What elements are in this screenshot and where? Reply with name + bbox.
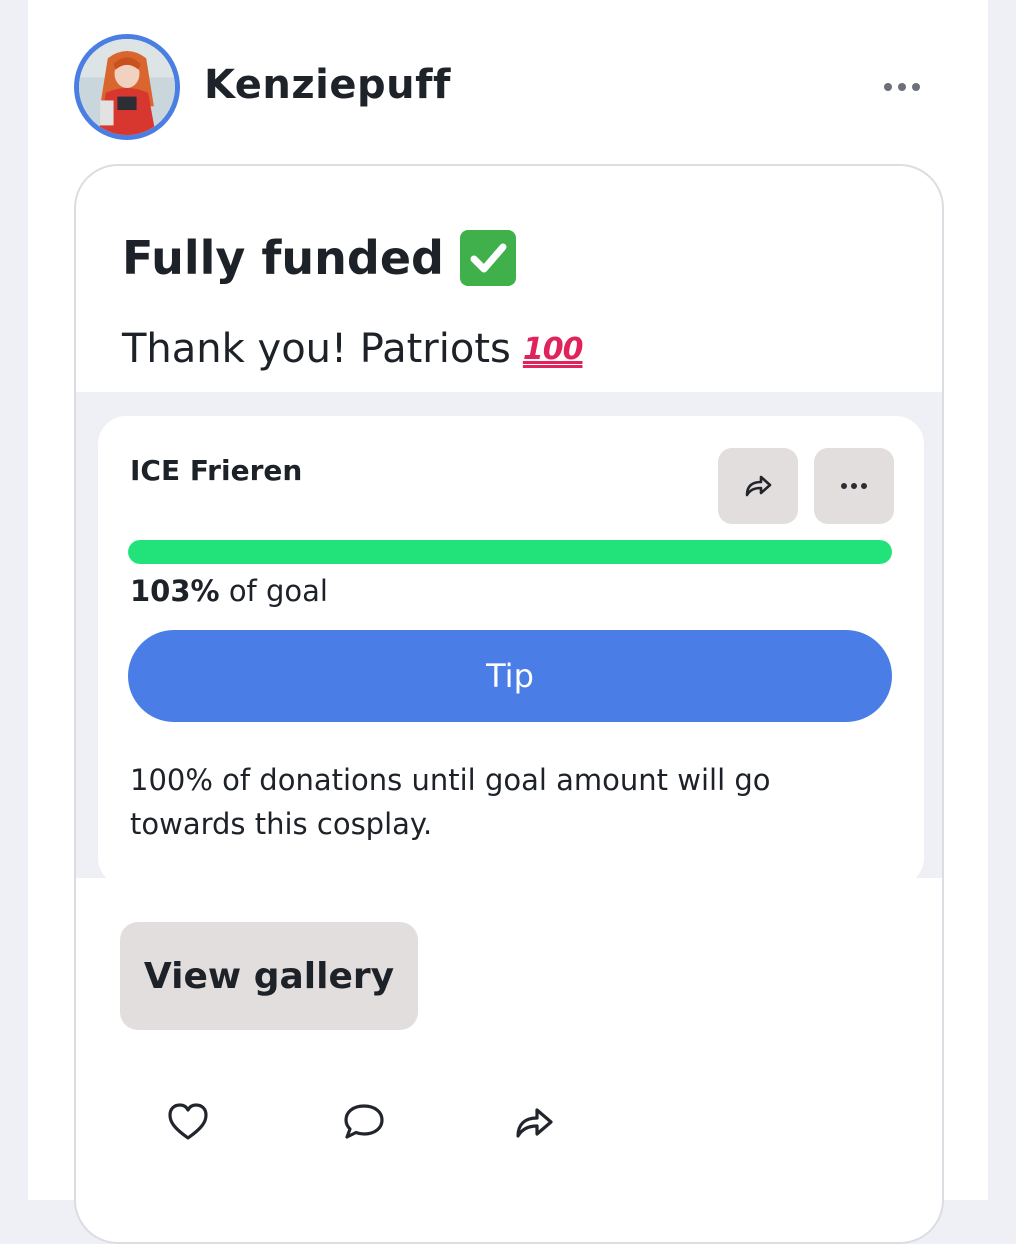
goal-progress-text: 103% of goal xyxy=(130,574,328,608)
tip-button[interactable]: Tip xyxy=(128,630,892,722)
avatar-image xyxy=(79,39,175,135)
goal-more-button[interactable] xyxy=(814,448,894,524)
post-actions xyxy=(76,1092,942,1162)
funding-goal-widget: ICE Frieren 103% of goal Tip 100% of don… xyxy=(98,416,924,886)
share-button[interactable] xyxy=(504,1092,564,1152)
check-mark-icon xyxy=(459,230,516,286)
more-dot-icon xyxy=(912,83,920,91)
share-icon xyxy=(516,1108,553,1138)
goal-progress-value: 103% xyxy=(130,574,220,608)
more-dot-icon xyxy=(898,83,906,91)
post-card: Fully funded Thank you! Patriots 100 ICE… xyxy=(74,164,944,1244)
more-dot-icon xyxy=(851,483,857,489)
post-header: Kenziepuff xyxy=(28,0,988,150)
username[interactable]: Kenziepuff xyxy=(204,62,451,108)
comment-button[interactable] xyxy=(334,1092,394,1152)
goal-progress-suffix: of goal xyxy=(228,574,328,608)
share-arrow-icon xyxy=(745,475,772,497)
post-body: Thank you! Patriots 100 xyxy=(122,326,584,372)
more-dot-icon xyxy=(884,83,892,91)
goal-progress-fill xyxy=(128,540,892,564)
goal-progress-bar xyxy=(128,540,892,564)
post-title: Fully funded xyxy=(122,230,516,286)
post-page: Kenziepuff Fully funded Thank you! Patri… xyxy=(28,0,988,1244)
goal-share-button[interactable] xyxy=(718,448,798,524)
post-title-text: Fully funded xyxy=(122,231,444,285)
view-gallery-button[interactable]: View gallery xyxy=(120,922,418,1030)
heart-icon xyxy=(168,1103,208,1140)
like-button[interactable] xyxy=(158,1092,218,1152)
goal-note: 100% of donations until goal amount will… xyxy=(130,763,771,841)
comment-icon xyxy=(344,1104,384,1139)
avatar[interactable] xyxy=(74,34,180,140)
more-dot-icon xyxy=(861,483,867,489)
post-body-text: Thank you! Patriots xyxy=(122,326,511,372)
post-options-button[interactable] xyxy=(880,70,924,104)
hundred-points-icon: 100 xyxy=(522,331,584,367)
goal-name: ICE Frieren xyxy=(130,454,303,487)
more-dot-icon xyxy=(841,483,847,489)
